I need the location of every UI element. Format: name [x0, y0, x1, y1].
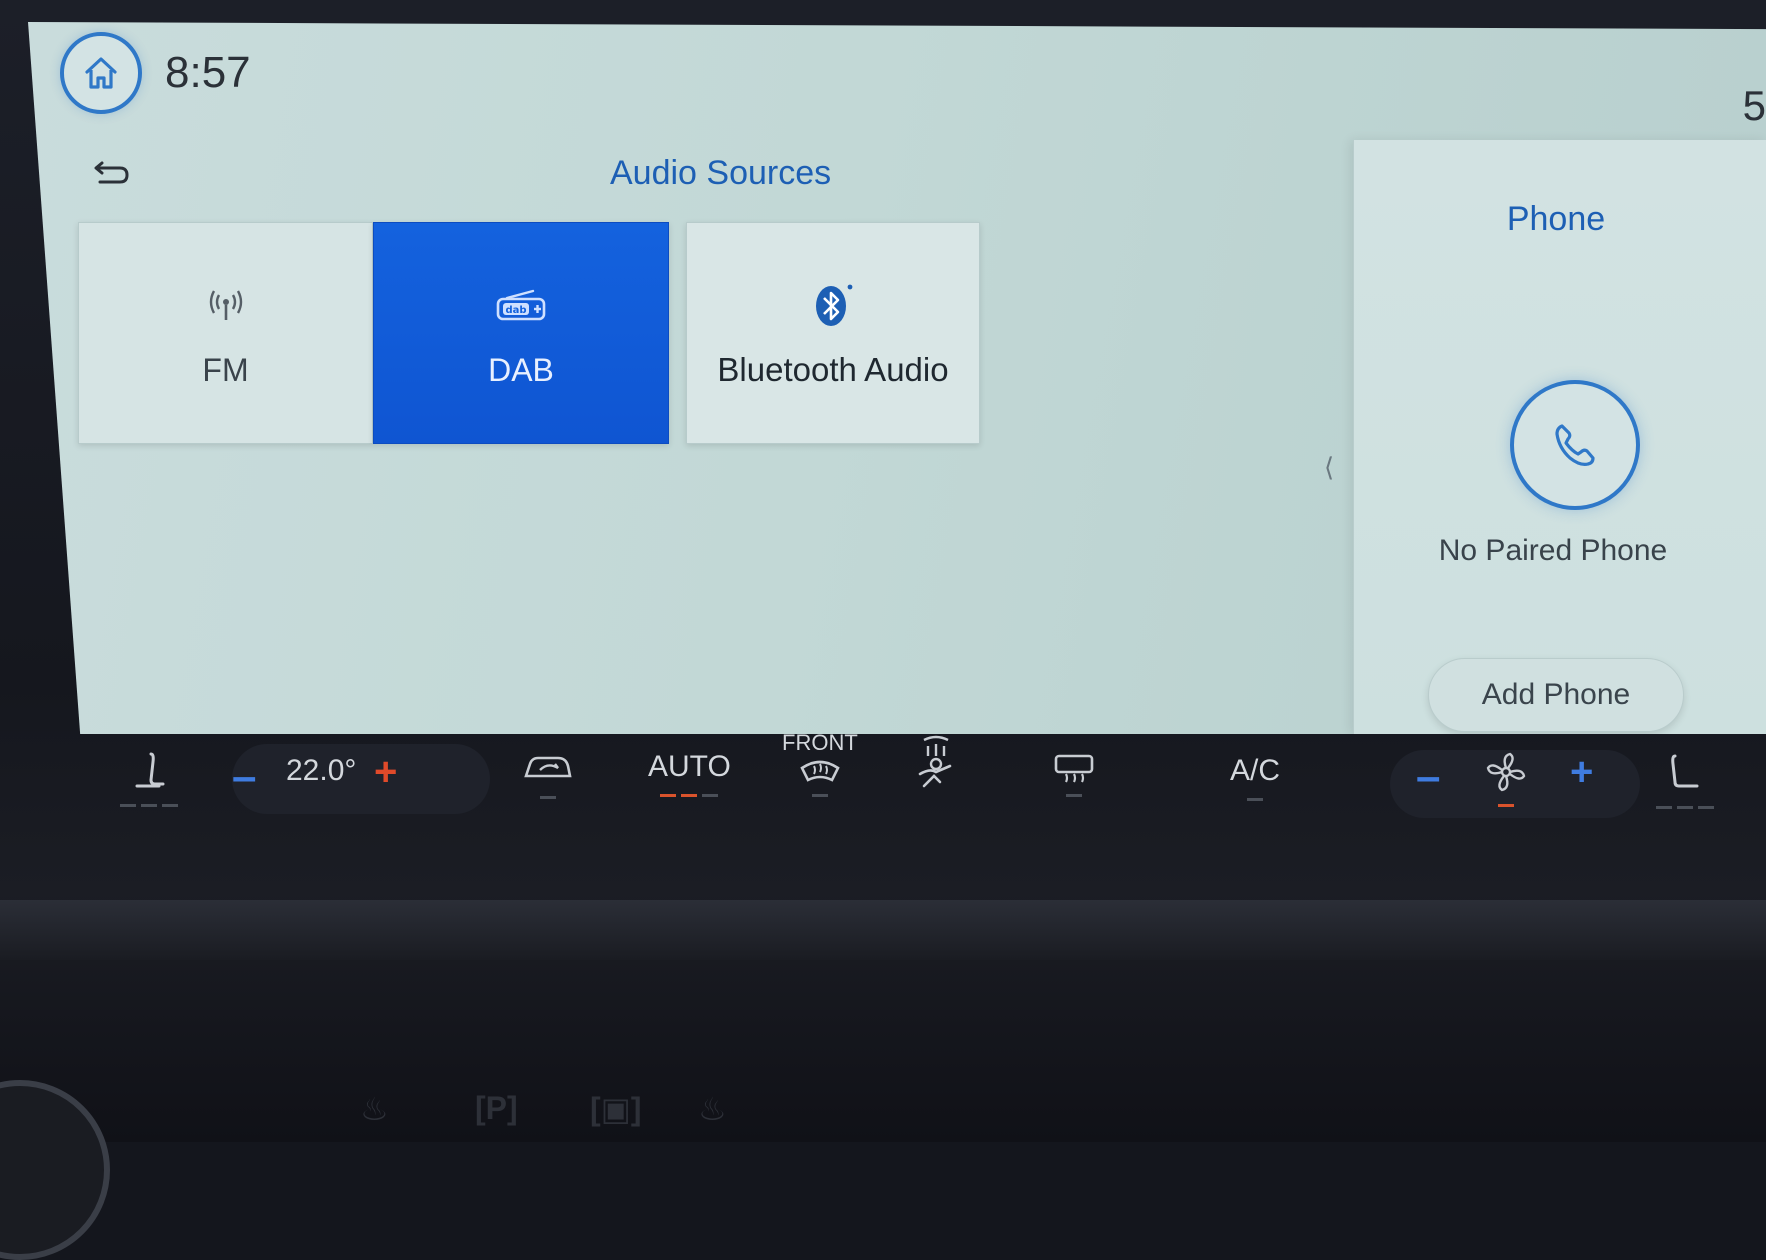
- source-label-dab: DAB: [488, 351, 554, 388]
- passenger-seat-heat-button[interactable]: [1656, 752, 1714, 810]
- radio-antenna-icon: [209, 289, 242, 320]
- source-label-fm: FM: [202, 351, 249, 388]
- volume-knob[interactable]: [0, 1080, 110, 1260]
- fan-increase-button[interactable]: +: [1570, 750, 1593, 795]
- dashboard-frame: 8:57 5 Audio Sources FM dab DAB Bluetoot…: [0, 0, 1766, 1260]
- max-defrost-button[interactable]: [910, 734, 962, 792]
- rear-defrost-physical-icon[interactable]: ♨: [698, 1090, 727, 1128]
- dashboard-trim: [0, 900, 1766, 960]
- phone-panel: Phone No Paired Phone Add Phone: [1353, 140, 1766, 734]
- svg-text:dab: dab: [505, 305, 526, 316]
- front-defrost-button[interactable]: FRONT: [782, 730, 858, 798]
- temperature-increase-button[interactable]: +: [374, 750, 397, 795]
- source-tile-fm[interactable]: FM: [78, 222, 373, 444]
- clock: 8:57: [165, 48, 251, 97]
- camera-button-icon[interactable]: [▣]: [590, 1090, 642, 1128]
- phone-panel-title: Phone: [1506, 200, 1606, 238]
- car-recirculation-icon: [524, 756, 572, 778]
- plus-icon: +: [374, 750, 398, 794]
- recirculation-button[interactable]: [522, 750, 574, 800]
- phone-status: No Paired Phone: [1438, 534, 1668, 567]
- source-label-bluetooth-audio: Bluetooth Audio: [717, 351, 949, 388]
- fan-speed-display: [1484, 750, 1528, 808]
- climate-control-bar: – 22.0° + AUTO FRONT A/C – +: [60, 730, 1766, 848]
- panel-collapse-chevron-icon[interactable]: ⟨: [1324, 452, 1334, 483]
- temperature-control: [232, 744, 490, 814]
- phone-handset-icon: [1555, 424, 1595, 466]
- phone-call-button[interactable]: [1510, 380, 1640, 510]
- fan-icon: [1486, 752, 1526, 792]
- ac-button[interactable]: A/C: [1230, 754, 1280, 802]
- infotainment-screen: 8:57 5 Audio Sources FM dab DAB Bluetoot…: [28, 22, 1766, 734]
- seat-heat-icon: [135, 752, 165, 788]
- temperature-display: 22.0°: [286, 754, 357, 787]
- minus-icon: –: [1416, 752, 1441, 801]
- source-tile-bluetooth-audio[interactable]: Bluetooth Audio: [686, 222, 980, 444]
- parking-button-icon[interactable]: [P]: [475, 1090, 518, 1127]
- back-button[interactable]: [86, 150, 138, 194]
- fan-decrease-button[interactable]: –: [1416, 752, 1440, 802]
- audio-sources-title: Audio Sources: [610, 154, 832, 192]
- auto-climate-button[interactable]: AUTO: [648, 750, 731, 798]
- front-defrost-icon: [800, 760, 840, 782]
- temperature-decrease-button[interactable]: –: [232, 752, 256, 802]
- seat-heat-icon: [1671, 754, 1699, 788]
- home-button[interactable]: [60, 32, 142, 114]
- add-phone-button[interactable]: Add Phone: [1428, 658, 1684, 732]
- plus-icon: +: [1570, 750, 1594, 794]
- bluetooth-icon: [816, 284, 853, 326]
- source-tile-dab[interactable]: dab DAB: [373, 222, 669, 444]
- edge-number: 5: [1742, 82, 1766, 129]
- dab-radio-icon: dab: [496, 289, 546, 320]
- rear-defrost-icon: [1054, 754, 1094, 783]
- back-arrow-icon: [94, 161, 129, 184]
- max-defrost-physical-icon[interactable]: ♨: [360, 1090, 389, 1128]
- minus-icon: –: [232, 752, 257, 801]
- rear-defrost-button[interactable]: [1052, 752, 1096, 798]
- home-icon: [85, 57, 117, 89]
- status-bar: 8:57 5: [28, 22, 1766, 140]
- driver-seat-heat-button[interactable]: [120, 750, 178, 808]
- max-defrost-icon: [918, 735, 952, 788]
